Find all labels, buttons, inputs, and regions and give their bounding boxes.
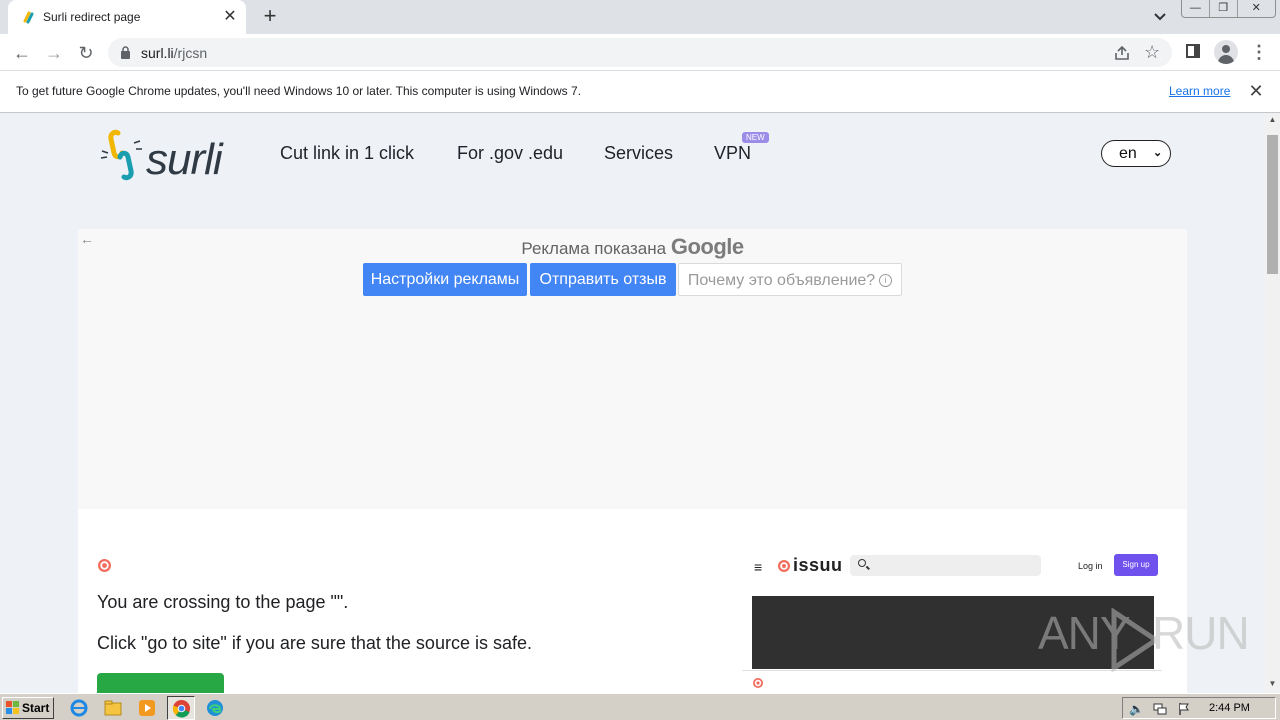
- tab-title: Surli redirect page: [43, 10, 141, 24]
- start-label: Start: [22, 701, 50, 715]
- minimize-button[interactable]: —: [1182, 0, 1210, 17]
- windows-taskbar: Start 🔈 2:44 PM: [0, 693, 1280, 720]
- chrome-icon: [172, 699, 191, 718]
- windows-flag-icon: [6, 701, 19, 714]
- watermark-run: RUN: [1152, 607, 1250, 659]
- network-icon[interactable]: [1153, 702, 1167, 716]
- address-bar[interactable]: surl.li/rjcsn ☆: [108, 38, 1172, 67]
- nav-services[interactable]: Services: [604, 143, 673, 164]
- forward-arrow-icon[interactable]: →: [41, 40, 67, 66]
- why-this-ad-button[interactable]: Почему это объявление? i: [678, 263, 902, 296]
- ad-title: Реклама показана Google: [78, 234, 1187, 260]
- issuu-target-icon: [98, 559, 111, 572]
- scroll-up-arrow-icon[interactable]: ▲: [1265, 115, 1280, 127]
- why-this-ad-label: Почему это объявление?: [687, 272, 876, 289]
- url-path: /rjcsn: [173, 45, 208, 61]
- ad-panel: ← Реклама показана Google Настройки рекл…: [78, 229, 1187, 509]
- issuu-logo-icon: [778, 560, 790, 572]
- surli-link-logo-icon: [100, 129, 142, 181]
- internet-explorer-icon[interactable]: [69, 698, 89, 718]
- nav-gov-edu[interactable]: For .gov .edu: [457, 143, 563, 164]
- edge-icon[interactable]: [205, 698, 225, 718]
- restore-button[interactable]: ❐: [1210, 0, 1238, 17]
- profile-avatar-icon[interactable]: [1214, 40, 1238, 64]
- tab-search-chevron-icon[interactable]: [1150, 8, 1170, 26]
- chrome-taskbar-button[interactable]: [167, 696, 195, 720]
- action-center-flag-icon[interactable]: [1177, 702, 1191, 716]
- issuu-small-target-icon: [753, 678, 763, 688]
- nav-vpn[interactable]: VPN: [714, 143, 751, 164]
- bookmark-star-icon[interactable]: ☆: [1144, 42, 1160, 63]
- send-feedback-button[interactable]: Отправить отзыв: [530, 263, 676, 296]
- system-clock[interactable]: 2:44 PM: [1209, 702, 1250, 714]
- go-to-site-button[interactable]: [97, 673, 224, 693]
- lock-icon[interactable]: [120, 46, 131, 59]
- url-text[interactable]: surl.li/rjcsn: [141, 45, 207, 61]
- issuu-brand: issuu: [793, 555, 843, 575]
- hamburger-menu-icon: ≡: [754, 559, 763, 575]
- side-panel-icon[interactable]: [1186, 44, 1200, 58]
- tab-surli[interactable]: Surli redirect page ✕: [8, 0, 246, 34]
- google-brand: Google: [670, 234, 744, 259]
- preview-login: Log in: [1078, 561, 1103, 571]
- language-value: en: [1119, 145, 1137, 162]
- nav-cut-link[interactable]: Cut link in 1 click: [280, 143, 414, 164]
- share-icon[interactable]: [1113, 44, 1131, 62]
- preview-search-bar: [850, 555, 1041, 576]
- safety-instruction: Click "go to site" if you are sure that …: [97, 633, 532, 653]
- scroll-down-arrow-icon[interactable]: ▼: [1265, 679, 1280, 691]
- url-host: surl.li: [141, 45, 174, 61]
- infobar-message: To get future Google Chrome updates, you…: [16, 84, 582, 98]
- crossing-message: You are crossing to the page "".: [97, 592, 349, 612]
- surli-logo[interactable]: surli: [98, 125, 243, 185]
- back-arrow-icon[interactable]: ←: [9, 40, 35, 66]
- surli-favicon-icon: [23, 11, 34, 24]
- update-infobar: To get future Google Chrome updates, you…: [0, 71, 1280, 113]
- browser-toolbar: ← → ↻ surl.li/rjcsn ☆ ⋮: [0, 34, 1280, 71]
- info-icon: i: [879, 274, 893, 288]
- new-tab-button[interactable]: +: [258, 5, 282, 29]
- ad-title-prefix: Реклама показана: [521, 239, 667, 258]
- start-button[interactable]: Start: [2, 697, 54, 719]
- reload-icon[interactable]: ↻: [73, 40, 99, 66]
- scrollbar-thumb[interactable]: [1267, 135, 1278, 274]
- ad-settings-button[interactable]: Настройки рекламы: [363, 263, 527, 296]
- window-controls: — ❐ ✕: [1181, 0, 1276, 18]
- language-select[interactable]: en ⌄: [1101, 140, 1171, 167]
- close-window-button[interactable]: ✕: [1238, 0, 1275, 17]
- system-tray: 🔈 2:44 PM: [1122, 697, 1276, 719]
- page-scrollbar[interactable]: ▲ ▼: [1265, 113, 1280, 693]
- tab-strip: Surli redirect page ✕ + — ❐ ✕: [0, 0, 1280, 34]
- tab-close-icon[interactable]: ✕: [221, 8, 239, 26]
- redirect-panel: You are crossing to the page "". Click "…: [78, 509, 1187, 693]
- infobar-close-icon[interactable]: ✕: [1247, 81, 1265, 101]
- file-explorer-icon[interactable]: [103, 698, 123, 718]
- logo-text: surli: [146, 135, 223, 184]
- chrome-menu-icon[interactable]: ⋮: [1250, 41, 1268, 65]
- anyrun-watermark: ANY RUN: [1038, 606, 1250, 676]
- preview-signup: Sign up: [1114, 554, 1158, 576]
- search-icon: [858, 559, 866, 567]
- media-player-icon[interactable]: [137, 698, 157, 718]
- vpn-new-badge: NEW: [742, 132, 769, 143]
- volume-icon[interactable]: 🔈: [1129, 702, 1144, 716]
- learn-more-link[interactable]: Learn more: [1169, 84, 1230, 98]
- chevron-down-icon: ⌄: [1153, 147, 1163, 159]
